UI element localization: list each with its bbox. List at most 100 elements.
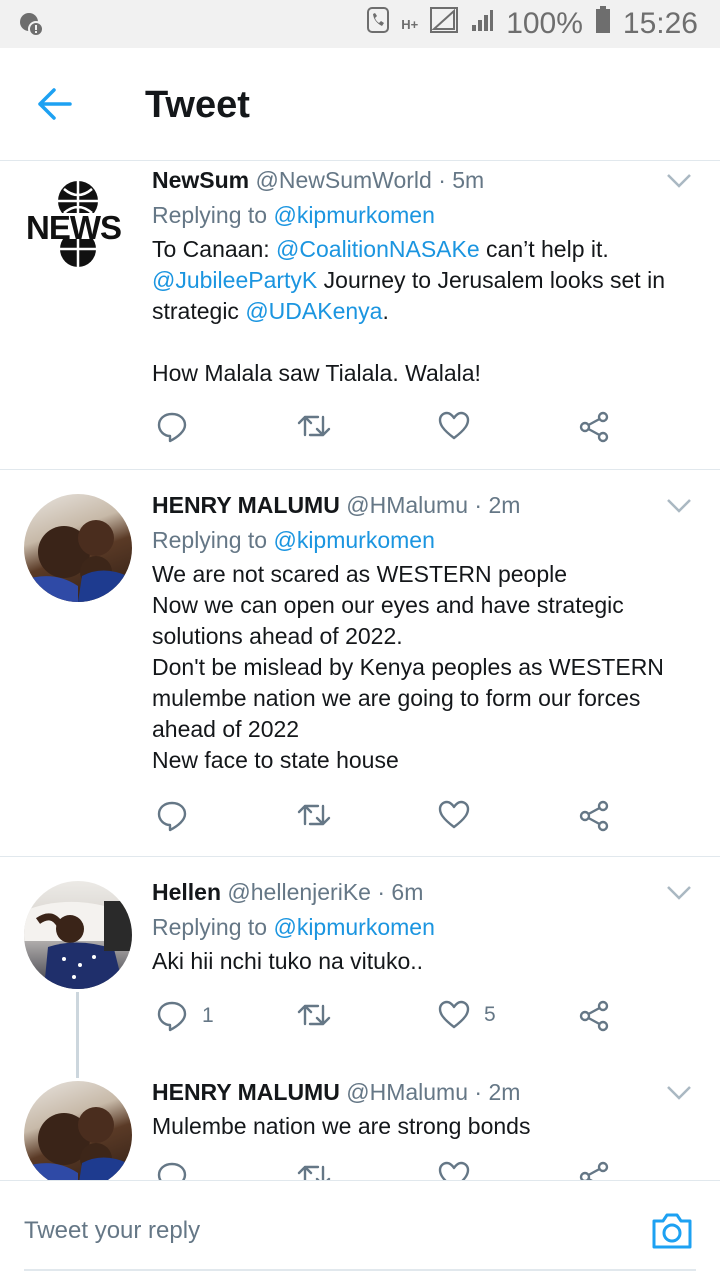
share-button[interactable] xyxy=(578,1000,610,1032)
tweet-text: Aki hii nchi tuko na vituko.. xyxy=(152,948,424,974)
reply-input[interactable]: Tweet your reply xyxy=(24,1217,200,1245)
replying-to: Replying to @kipmurkomen xyxy=(152,200,680,230)
status-bar: H+ 100% 15:26 xyxy=(0,0,720,48)
avatar[interactable] xyxy=(24,1081,132,1180)
author-handle[interactable]: @HMalumu xyxy=(346,1079,468,1105)
like-button[interactable] xyxy=(438,1161,470,1180)
retweet-icon xyxy=(297,804,331,826)
avatar[interactable] xyxy=(24,494,132,602)
tweet-time: · 2m xyxy=(474,1079,521,1105)
camera-icon[interactable] xyxy=(650,1211,694,1256)
tweet-text: We are not scared as WESTERN people Now … xyxy=(152,561,664,773)
tweet-actions: 1 5 xyxy=(152,1000,632,1040)
share-button[interactable] xyxy=(578,411,610,443)
replying-to-link[interactable]: @kipmurkomen xyxy=(273,914,434,940)
tweet-text: Mulembe nation we are strong bonds xyxy=(152,1113,531,1139)
mention-link[interactable]: @CoalitionNASAKe xyxy=(276,236,480,262)
author-handle[interactable]: @NewSumWorld xyxy=(256,167,432,193)
mention-link[interactable]: @JubileePartyK xyxy=(152,267,317,293)
reply-button[interactable] xyxy=(156,411,202,443)
avatar[interactable] xyxy=(24,881,132,989)
author-name[interactable]: NewSum xyxy=(152,167,249,193)
tweet-text: To Canaan: @CoalitionNASAKe can’t help i… xyxy=(152,234,680,389)
replying-to-link[interactable]: @kipmurkomen xyxy=(273,527,434,553)
replying-to: Replying to @kipmurkomen xyxy=(152,912,680,942)
retweet-button[interactable] xyxy=(296,1161,332,1180)
retweet-button[interactable] xyxy=(296,1000,332,1030)
tweet-hellen[interactable]: Hellen @hellenjeriKe · 6m Replying to @k… xyxy=(0,857,720,1057)
text-segment: can’t help it. xyxy=(479,236,609,262)
share-icon xyxy=(579,1000,609,1032)
tweet-actions xyxy=(152,800,632,840)
tweet-time: · 5m xyxy=(438,167,485,193)
share-button[interactable] xyxy=(578,1161,610,1180)
retweet-icon xyxy=(297,1165,331,1180)
reply-count: 1 xyxy=(202,1004,214,1027)
avatar[interactable]: NEWS xyxy=(24,169,132,277)
like-icon xyxy=(438,1000,470,1029)
retweet-button[interactable] xyxy=(296,800,332,830)
like-icon xyxy=(438,1161,470,1180)
author-name[interactable]: Hellen xyxy=(152,879,221,905)
tweet-time: · 6m xyxy=(377,879,424,905)
author-name[interactable]: HENRY MALUMU xyxy=(152,492,340,518)
like-icon xyxy=(438,800,470,829)
reply-icon xyxy=(157,412,187,443)
like-icon xyxy=(438,411,470,440)
author-name[interactable]: HENRY MALUMU xyxy=(152,1079,340,1105)
retweet-button[interactable] xyxy=(296,411,332,441)
page-title: Tweet xyxy=(145,84,250,126)
reply-composer: Tweet your reply xyxy=(0,1180,720,1281)
tweet-actions xyxy=(152,1161,632,1180)
replying-to-link[interactable]: @kipmurkomen xyxy=(273,202,434,228)
replying-prefix: Replying to xyxy=(152,914,268,940)
like-button[interactable] xyxy=(438,800,484,830)
network-type: H+ xyxy=(401,16,419,32)
reply-button[interactable]: 1 xyxy=(156,1000,214,1032)
tweet-header: HENRY MALUMU @HMalumu · 2m xyxy=(152,1077,680,1107)
like-count: 5 xyxy=(484,1003,496,1026)
share-icon xyxy=(579,1161,609,1180)
avatar-text: NEWS xyxy=(26,209,122,246)
replying-to: Replying to @kipmurkomen xyxy=(152,525,680,555)
back-arrow-icon[interactable] xyxy=(34,86,74,127)
chevron-down-icon[interactable] xyxy=(666,1085,692,1106)
tweet-henry-malumu-thread[interactable]: HENRY MALUMU @HMalumu · 2m Mulembe natio… xyxy=(0,1057,720,1180)
reply-icon xyxy=(157,1001,187,1032)
chevron-down-icon[interactable] xyxy=(666,173,692,194)
replying-prefix: Replying to xyxy=(152,527,268,553)
text-segment: To Canaan: xyxy=(152,236,277,262)
mention-link[interactable]: @UDAKenya xyxy=(245,298,382,324)
input-underline xyxy=(24,1269,696,1271)
like-button[interactable]: 5 xyxy=(438,1000,496,1030)
tweet-henry-malumu[interactable]: HENRY MALUMU @HMalumu · 2m Replying to @… xyxy=(0,470,720,857)
share-button[interactable] xyxy=(578,800,610,832)
battery-icon xyxy=(595,6,611,42)
share-icon xyxy=(579,800,609,832)
reply-button[interactable] xyxy=(156,800,202,832)
replying-prefix: Replying to xyxy=(152,202,268,228)
share-icon xyxy=(579,411,609,443)
author-handle[interactable]: @HMalumu xyxy=(346,492,468,518)
tweet-header: HENRY MALUMU @HMalumu · 2m xyxy=(152,490,680,520)
tweet-actions xyxy=(152,411,632,451)
app-bar: Tweet xyxy=(0,48,720,161)
retweet-icon xyxy=(297,1004,331,1026)
tweet-header: Hellen @hellenjeriKe · 6m xyxy=(152,877,680,907)
tweet-time: · 2m xyxy=(474,492,521,518)
author-handle[interactable]: @hellenjeriKe xyxy=(227,879,371,905)
signal-bars-icon xyxy=(470,7,494,41)
reply-button[interactable] xyxy=(156,1161,188,1180)
chevron-down-icon[interactable] xyxy=(666,885,692,906)
tweet-header: NewSum @NewSumWorld · 5m xyxy=(152,165,680,195)
like-button[interactable] xyxy=(438,411,484,441)
chevron-down-icon[interactable] xyxy=(666,498,692,519)
call-icon xyxy=(367,7,390,41)
reply-feed[interactable]: NEWS NewSum @NewSumWorld · 5m Replying t… xyxy=(0,161,720,1180)
reply-icon xyxy=(157,1162,187,1180)
retweet-icon xyxy=(297,415,331,437)
reply-icon xyxy=(157,801,187,832)
signal-icon xyxy=(430,7,459,41)
battery-percent: 100% xyxy=(506,7,583,40)
tweet-newsum[interactable]: NEWS NewSum @NewSumWorld · 5m Replying t… xyxy=(0,161,720,470)
